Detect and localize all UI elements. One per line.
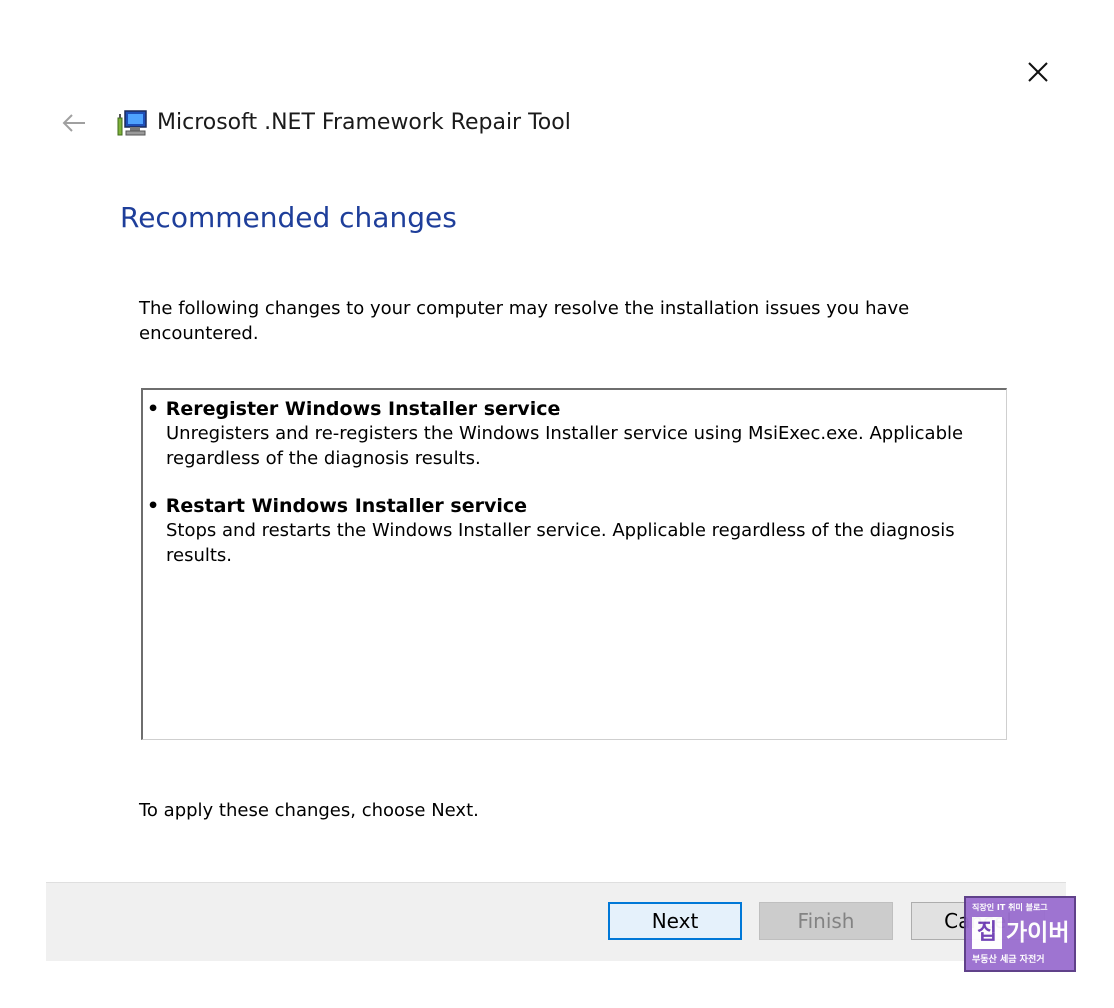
page-heading: Recommended changes — [120, 201, 457, 234]
change-description: Unregisters and re-registers the Windows… — [166, 423, 964, 469]
watermark-bottom-text: 부동산 세금 자전거 — [972, 955, 1045, 965]
close-icon — [1028, 62, 1048, 82]
blog-watermark-logo: 직장인 IT 취미 블로그 집 가이버 부동산 세금 자전거 — [964, 896, 1076, 972]
change-title: • Reregister Windows Installer service — [147, 398, 561, 420]
repair-tool-icon — [117, 110, 147, 136]
recommended-changes-list[interactable]: • Reregister Windows Installer service U… — [141, 388, 1007, 740]
back-arrow-icon — [62, 114, 85, 132]
watermark-house-badge: 집 — [972, 917, 1002, 949]
back-button[interactable] — [56, 106, 92, 140]
change-item-restart: • Restart Windows Installer service Stop… — [147, 494, 1006, 568]
watermark-top-text: 직장인 IT 취미 블로그 — [972, 903, 1048, 912]
change-item-reregister: • Reregister Windows Installer service U… — [147, 397, 1006, 471]
window-title: Microsoft .NET Framework Repair Tool — [157, 110, 571, 135]
close-button[interactable] — [1016, 52, 1060, 92]
finish-button[interactable]: Finish — [759, 902, 893, 940]
repair-tool-window: Microsoft .NET Framework Repair Tool Rec… — [0, 0, 1114, 1008]
change-description: Stops and restarts the Windows Installer… — [166, 520, 955, 566]
change-title: • Restart Windows Installer service — [147, 495, 528, 517]
intro-text: The following changes to your computer m… — [139, 298, 910, 344]
button-bar: Next Finish Cancel — [46, 882, 1066, 961]
next-button[interactable]: Next — [608, 902, 742, 940]
apply-instructions: To apply these changes, choose Next. — [139, 800, 479, 821]
watermark-main-text: 가이버 — [1006, 920, 1070, 946]
